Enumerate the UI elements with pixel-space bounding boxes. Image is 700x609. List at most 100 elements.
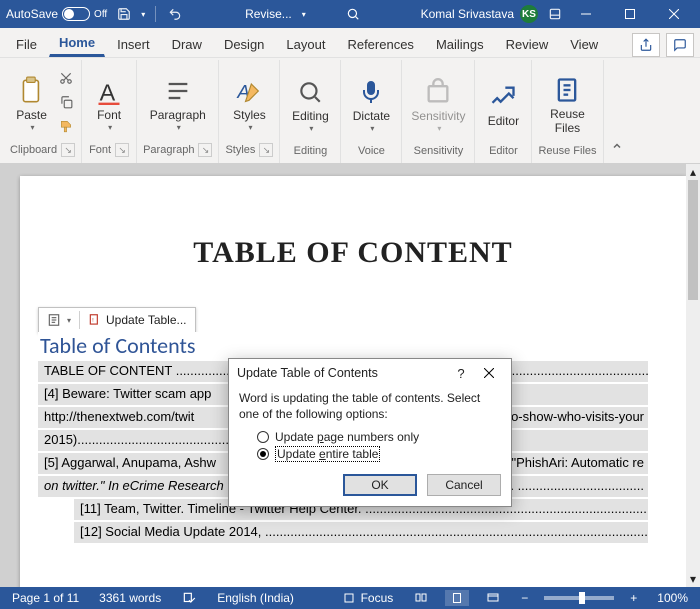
- group-styles: A Styles ▾ Styles ↘: [219, 60, 280, 163]
- tab-layout[interactable]: Layout: [276, 30, 335, 57]
- font-label: Font: [97, 109, 121, 122]
- chevron-down-icon: ▾: [31, 123, 35, 132]
- paragraph-launcher-icon[interactable]: ↘: [198, 143, 212, 157]
- scroll-up-icon[interactable]: ▴: [688, 166, 698, 178]
- zoom-out-button[interactable]: −: [517, 591, 532, 605]
- clipboard-launcher-icon[interactable]: ↘: [61, 143, 75, 157]
- radio-update-page-numbers[interactable]: Update page numbers only: [257, 430, 501, 444]
- close-button[interactable]: [652, 0, 696, 28]
- reuse-files-icon: [551, 74, 583, 106]
- scroll-down-icon[interactable]: ▾: [688, 573, 698, 585]
- sensitivity-label: Sensitivity: [411, 110, 465, 123]
- styles-button[interactable]: A Styles ▾: [227, 71, 271, 131]
- comments-button[interactable]: [666, 33, 694, 57]
- page-status[interactable]: Page 1 of 11: [8, 591, 83, 605]
- radio-icon: [257, 431, 269, 443]
- group-font-label: Font: [89, 144, 111, 156]
- tab-view[interactable]: View: [560, 30, 608, 57]
- editing-button[interactable]: Editing ▾: [286, 72, 334, 132]
- tab-references[interactable]: References: [337, 30, 423, 57]
- group-editing-label: Editing: [294, 145, 328, 157]
- dialog-titlebar[interactable]: Update Table of Contents ?: [229, 359, 511, 387]
- collapse-ribbon-icon[interactable]: [608, 137, 626, 155]
- toc-heading: Table of Contents: [38, 332, 648, 361]
- web-layout-button[interactable]: [481, 590, 505, 606]
- paragraph-button[interactable]: Paragraph ▾: [148, 71, 208, 131]
- reuse-files-button[interactable]: Reuse Files: [543, 70, 591, 134]
- language-status[interactable]: English (India): [213, 591, 298, 605]
- update-toc-dialog: Update Table of Contents ? Word is updat…: [228, 358, 512, 507]
- update-table-button[interactable]: ! Update Table...: [82, 310, 193, 330]
- maximize-button[interactable]: [608, 0, 652, 28]
- tab-mailings[interactable]: Mailings: [426, 30, 494, 57]
- tab-review[interactable]: Review: [496, 30, 559, 57]
- dialog-close-button[interactable]: [475, 359, 503, 387]
- group-paragraph-label: Paragraph: [143, 144, 194, 156]
- word-count[interactable]: 3361 words: [95, 591, 165, 605]
- format-painter-icon[interactable]: [57, 117, 75, 135]
- radio-icon: [257, 448, 269, 460]
- copy-icon[interactable]: [57, 93, 75, 111]
- zoom-level[interactable]: 100%: [653, 591, 692, 605]
- group-clipboard-label: Clipboard: [10, 144, 57, 156]
- minimize-button[interactable]: [564, 0, 608, 28]
- scroll-thumb[interactable]: [688, 180, 698, 300]
- group-sensitivity-label: Sensitivity: [414, 145, 464, 157]
- paste-button[interactable]: Paste ▾: [11, 71, 53, 131]
- tab-insert[interactable]: Insert: [107, 30, 160, 57]
- share-button[interactable]: [632, 33, 660, 57]
- ribbon-options-icon[interactable]: [546, 5, 564, 23]
- autosave-toggle[interactable]: AutoSave Off: [4, 6, 109, 22]
- group-clipboard: Paste ▾ Clipboard ↘: [4, 60, 82, 163]
- zoom-slider[interactable]: [544, 596, 614, 600]
- group-paragraph: Paragraph ▾ Paragraph ↘: [137, 60, 219, 163]
- read-mode-button[interactable]: [409, 590, 433, 606]
- tab-draw[interactable]: Draw: [162, 30, 212, 57]
- print-layout-button[interactable]: [445, 590, 469, 606]
- doc-name-dropdown-icon[interactable]: ▾: [302, 10, 306, 19]
- vertical-scrollbar[interactable]: ▴ ▾: [686, 164, 700, 587]
- font-launcher-icon[interactable]: ↘: [115, 143, 129, 157]
- read-mode-icon: [413, 590, 429, 606]
- save-icon[interactable]: [115, 5, 133, 23]
- user-name[interactable]: Komal Srivastava: [421, 7, 514, 21]
- toc-options-button[interactable]: ▾: [41, 310, 77, 330]
- zoom-in-button[interactable]: +: [626, 591, 641, 605]
- title-bar: AutoSave Off ▾ Revise... ▾ Komal Srivast…: [0, 0, 700, 28]
- chevron-down-icon: ▾: [309, 124, 313, 133]
- web-layout-icon: [485, 590, 501, 606]
- group-editing: Editing ▾ Editing: [280, 60, 341, 163]
- tab-home[interactable]: Home: [49, 28, 105, 57]
- cancel-button[interactable]: Cancel: [427, 474, 501, 496]
- tab-design[interactable]: Design: [214, 30, 274, 57]
- autosave-label: AutoSave: [6, 7, 58, 21]
- editor-button[interactable]: Editor: [481, 77, 525, 128]
- document-name[interactable]: Revise...: [245, 7, 292, 21]
- avatar[interactable]: KS: [520, 5, 538, 23]
- ok-button[interactable]: OK: [343, 474, 417, 496]
- radio-update-entire-table[interactable]: Update entire table: [257, 446, 501, 462]
- qat-dropdown-icon[interactable]: ▾: [141, 10, 145, 19]
- cut-icon[interactable]: [57, 69, 75, 87]
- editing-label: Editing: [292, 110, 329, 123]
- toc-mini-toolbar: ▾ ! Update Table...: [38, 307, 196, 333]
- search-button[interactable]: [346, 7, 360, 21]
- sensitivity-button[interactable]: Sensitivity ▾: [408, 72, 468, 132]
- undo-icon[interactable]: [166, 5, 184, 23]
- dictate-button[interactable]: Dictate ▾: [347, 72, 395, 132]
- group-styles-label: Styles: [225, 144, 255, 156]
- dialog-title: Update Table of Contents: [237, 366, 378, 380]
- font-button[interactable]: A Font ▾: [88, 71, 130, 131]
- autosave-switch[interactable]: [62, 7, 90, 21]
- spellcheck-status[interactable]: [177, 590, 201, 606]
- group-editor-label: Editor: [489, 145, 518, 157]
- styles-launcher-icon[interactable]: ↘: [259, 143, 273, 157]
- chevron-down-icon: ▾: [370, 124, 374, 133]
- ribbon: Paste ▾ Clipboard↘ A Font ▾ Font↘ Pa: [0, 58, 700, 164]
- dialog-help-button[interactable]: ?: [447, 359, 475, 387]
- styles-label: Styles: [233, 109, 266, 122]
- focus-mode-button[interactable]: Focus: [337, 590, 398, 606]
- tab-file[interactable]: File: [6, 30, 47, 57]
- update-table-label: Update Table...: [106, 313, 187, 327]
- ribbon-tabs: File Home Insert Draw Design Layout Refe…: [0, 28, 700, 58]
